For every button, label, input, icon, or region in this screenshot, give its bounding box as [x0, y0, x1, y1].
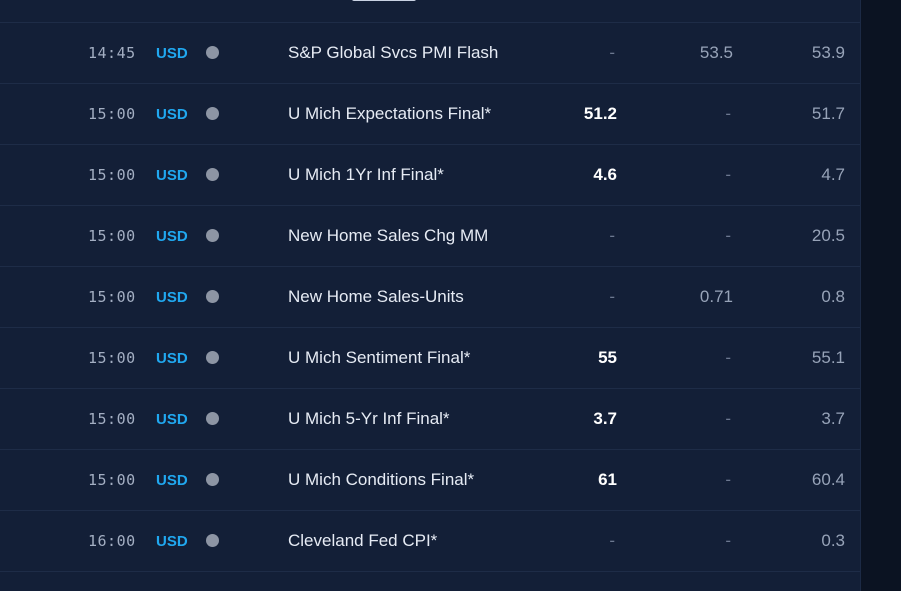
- forecast-value: -: [725, 348, 731, 367]
- event-name[interactable]: U Mich Expectations Final*: [288, 84, 491, 144]
- currency-code: USD: [156, 533, 188, 550]
- forecast-value: -: [725, 165, 731, 184]
- impact-dot-icon: [206, 107, 219, 120]
- event-name[interactable]: U Mich Conditions Final*: [288, 450, 474, 510]
- event-name[interactable]: S&P Global Svcs PMI Flash: [288, 23, 498, 83]
- table-row[interactable]: 15:00 USD U Mich Expectations Final* 51.…: [0, 84, 860, 145]
- actual-value: -: [609, 43, 615, 62]
- actual-value: -: [609, 531, 615, 550]
- event-time: 15:00: [88, 410, 136, 428]
- table-row[interactable]: 15:00 USD U Mich 1Yr Inf Final* 4.6 - 4.…: [0, 145, 860, 206]
- currency-code: USD: [156, 289, 188, 306]
- actual-value: 55: [598, 348, 617, 367]
- event-time: 14:45: [88, 44, 136, 62]
- event-time: 16:00: [88, 532, 136, 550]
- previous-value: 4.7: [821, 165, 845, 184]
- previous-value: 55.1: [811, 348, 845, 367]
- economic-calendar-panel: 14:45 USD S&P Global Svcs PMI Flash - 53…: [0, 0, 861, 591]
- actual-value: 3.7: [593, 409, 617, 428]
- currency-code: USD: [156, 411, 188, 428]
- actual-value: 61: [598, 470, 617, 489]
- currency-code: USD: [156, 472, 188, 489]
- event-name[interactable]: U Mich 1Yr Inf Final*: [288, 145, 444, 205]
- table-row[interactable]: 15:00 USD U Mich 5-Yr Inf Final* 3.7 - 3…: [0, 389, 860, 450]
- table-row[interactable]: 16:00 USD Cleveland Fed CPI* - - 0.3: [0, 511, 860, 572]
- forecast-value: -: [725, 104, 731, 123]
- event-time: 15:00: [88, 349, 136, 367]
- actual-value: -: [609, 287, 615, 306]
- previous-value: 53.9: [811, 43, 845, 62]
- table-row[interactable]: 15:00 USD New Home Sales Chg MM - - 20.5: [0, 206, 860, 267]
- actual-value: 4.6: [593, 165, 617, 184]
- previous-value: 60.4: [811, 470, 845, 489]
- impact-dot-icon: [206, 229, 219, 242]
- right-gutter: [861, 0, 901, 591]
- event-time: 15:00: [88, 166, 136, 184]
- previous-row-cropped: [0, 0, 860, 23]
- actual-value: -: [609, 226, 615, 245]
- impact-dot-icon: [206, 290, 219, 303]
- table-row[interactable]: 15:00 USD U Mich Conditions Final* 61 - …: [0, 450, 860, 511]
- currency-code: USD: [156, 228, 188, 245]
- impact-dot-icon: [206, 473, 219, 486]
- table-row[interactable]: 15:00 USD U Mich Sentiment Final* 55 - 5…: [0, 328, 860, 389]
- forecast-value: -: [725, 226, 731, 245]
- currency-code: USD: [156, 45, 188, 62]
- forecast-value: -: [725, 470, 731, 489]
- forecast-value: 0.71: [699, 287, 733, 306]
- event-time: 15:00: [88, 288, 136, 306]
- forecast-value: -: [725, 531, 731, 550]
- currency-code: USD: [156, 350, 188, 367]
- previous-value: 20.5: [811, 226, 845, 245]
- event-name[interactable]: U Mich Sentiment Final*: [288, 328, 470, 388]
- forecast-value: -: [725, 409, 731, 428]
- previous-value: 0.3: [821, 531, 845, 550]
- actual-value: 51.2: [583, 104, 617, 123]
- impact-dot-icon: [206, 412, 219, 425]
- event-time: 15:00: [88, 105, 136, 123]
- event-time: 15:00: [88, 227, 136, 245]
- impact-dot-icon: [206, 46, 219, 59]
- forecast-value: 53.5: [699, 43, 733, 62]
- previous-value: 51.7: [811, 104, 845, 123]
- event-name[interactable]: U Mich 5-Yr Inf Final*: [288, 389, 450, 449]
- table-row[interactable]: 15:00 USD New Home Sales-Units - 0.71 0.…: [0, 267, 860, 328]
- event-time: 15:00: [88, 471, 136, 489]
- impact-dot-icon: [206, 351, 219, 364]
- currency-code: USD: [156, 106, 188, 123]
- event-name[interactable]: New Home Sales-Units: [288, 267, 464, 327]
- calendar-rows: 14:45 USD S&P Global Svcs PMI Flash - 53…: [0, 23, 860, 572]
- impact-dot-icon: [206, 168, 219, 181]
- impact-dot-icon: [206, 534, 219, 547]
- previous-value: 0.8: [821, 287, 845, 306]
- cropped-text-fragment: [352, 0, 416, 1]
- event-name[interactable]: Cleveland Fed CPI*: [288, 511, 437, 571]
- table-row[interactable]: 14:45 USD S&P Global Svcs PMI Flash - 53…: [0, 23, 860, 84]
- previous-value: 3.7: [821, 409, 845, 428]
- currency-code: USD: [156, 167, 188, 184]
- event-name[interactable]: New Home Sales Chg MM: [288, 206, 488, 266]
